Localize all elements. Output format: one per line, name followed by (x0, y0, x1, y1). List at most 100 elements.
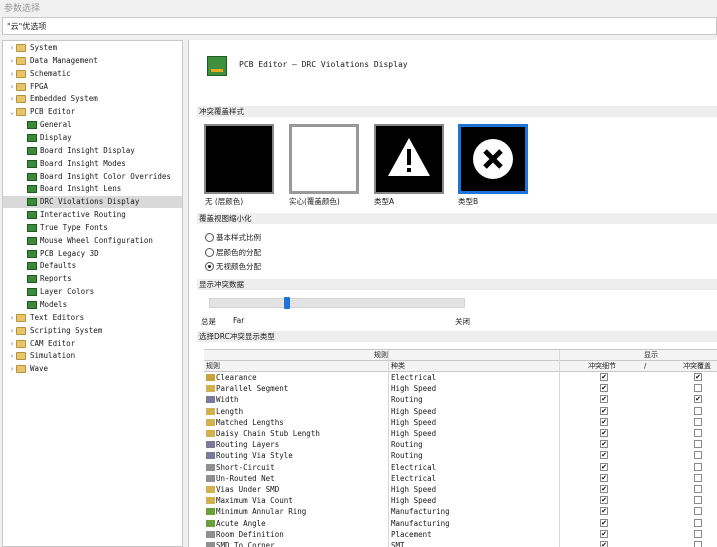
detail-checkbox[interactable]: ✔ (600, 496, 608, 505)
radio-layer-color[interactable]: 层颜色的分配 (205, 247, 261, 258)
table-row[interactable]: Minimum Annular Ring Manufacturing ✔ (204, 506, 717, 517)
detail-checkbox[interactable]: ✔ (600, 384, 608, 393)
chevron-right-icon[interactable]: › (8, 55, 16, 67)
table-row[interactable]: Routing Via Style Routing ✔ (204, 450, 717, 461)
table-row[interactable]: Un-Routed Net Electrical ✔ (204, 473, 717, 484)
overlay-checkbox[interactable]: ✔ (694, 395, 702, 404)
table-row[interactable]: Short-Circuit Electrical ✔ (204, 462, 717, 473)
tree-item[interactable]: Board Insight Lens (3, 183, 182, 195)
table-row[interactable]: SMD To Corner SMT ✔ (204, 540, 717, 547)
detail-checkbox[interactable]: ✔ (600, 417, 608, 426)
tree-item[interactable]: › Simulation (3, 350, 182, 362)
overlay-checkbox[interactable] (694, 440, 702, 449)
col-detail-header[interactable]: 冲突细节 (588, 361, 616, 372)
swatch-none[interactable] (204, 124, 274, 194)
overlay-checkbox[interactable] (694, 384, 702, 393)
tree-item[interactable]: Reports (3, 273, 182, 285)
table-row[interactable]: Vias Under SMD High Speed ✔ (204, 484, 717, 495)
radio-button[interactable] (205, 233, 214, 242)
detail-checkbox[interactable]: ✔ (600, 529, 608, 538)
tree-item[interactable]: Mouse Wheel Configuration (3, 235, 182, 247)
chevron-right-icon[interactable]: › (8, 338, 16, 350)
detail-checkbox[interactable]: ✔ (600, 473, 608, 482)
table-row[interactable]: Clearance Electrical ✔ ✔ (204, 372, 717, 383)
tree-item[interactable]: Models (3, 299, 182, 311)
tree-item[interactable]: › CAM Editor (3, 338, 182, 350)
table-row[interactable]: Parallel Segment High Speed ✔ (204, 383, 717, 394)
detail-checkbox[interactable]: ✔ (600, 518, 608, 527)
chevron-down-icon[interactable]: ⌄ (8, 106, 16, 118)
detail-checkbox[interactable]: ✔ (600, 373, 608, 381)
overlay-checkbox[interactable] (694, 429, 702, 437)
chevron-right-icon[interactable]: › (8, 42, 16, 54)
overlay-checkbox[interactable] (694, 541, 702, 547)
detail-checkbox[interactable]: ✔ (600, 507, 608, 516)
table-row[interactable]: Matched Lengths High Speed ✔ (204, 417, 717, 428)
detail-checkbox[interactable]: ✔ (600, 429, 608, 437)
radio-button[interactable] (205, 248, 214, 257)
radio-basic-scale[interactable]: 基本样式比例 (205, 232, 261, 243)
chevron-right-icon[interactable]: › (8, 81, 16, 93)
table-row[interactable]: Daisy Chain Stub Length High Speed ✔ (204, 428, 717, 439)
detail-checkbox[interactable]: ✔ (600, 462, 608, 471)
radio-button[interactable] (205, 262, 214, 271)
overlay-checkbox[interactable] (694, 451, 702, 460)
tree-item[interactable]: › Scripting System (3, 325, 182, 337)
table-row[interactable]: Length High Speed ✔ (204, 406, 717, 417)
tree-item[interactable]: Board Insight Color Overrides (3, 171, 182, 183)
table-row[interactable]: Maximum Via Count High Speed ✔ (204, 495, 717, 506)
detail-checkbox[interactable]: ✔ (600, 485, 608, 493)
table-row[interactable]: Room Definition Placement ✔ (204, 529, 717, 540)
detail-checkbox[interactable]: ✔ (600, 406, 608, 415)
swatch-type-a[interactable] (374, 124, 444, 194)
radio-ignore-color[interactable]: 无视颜色分配 (205, 261, 261, 272)
tree-item[interactable]: › System (3, 42, 182, 54)
tree-item[interactable]: › FPGA (3, 81, 182, 93)
slider-thumb[interactable] (284, 297, 290, 309)
tree-item[interactable]: Interactive Routing (3, 209, 182, 221)
chevron-right-icon[interactable]: › (8, 325, 16, 337)
tree-item[interactable]: Display (3, 132, 182, 144)
chevron-right-icon[interactable]: › (8, 363, 16, 375)
tree-item[interactable]: General (3, 119, 182, 131)
overlay-checkbox[interactable] (694, 473, 702, 482)
tree-item[interactable]: Defaults (3, 260, 182, 272)
table-row[interactable]: Width Routing ✔ ✔ (204, 394, 717, 405)
detail-checkbox[interactable]: ✔ (600, 395, 608, 404)
chevron-right-icon[interactable]: › (8, 350, 16, 362)
detail-checkbox[interactable]: ✔ (600, 440, 608, 449)
chevron-right-icon[interactable]: › (8, 312, 16, 324)
col-overlay-header[interactable]: 冲突覆盖 (683, 361, 711, 372)
overlay-checkbox[interactable] (694, 529, 702, 538)
swatch-solid[interactable] (289, 124, 359, 194)
detail-checkbox[interactable]: ✔ (600, 541, 608, 547)
overlay-checkbox[interactable] (694, 406, 702, 415)
tree-item[interactable]: › Wave (3, 363, 182, 375)
col-kind-header[interactable]: 种类 (391, 361, 405, 372)
overlay-checkbox[interactable] (694, 462, 702, 471)
tree-item[interactable]: Layer Colors (3, 286, 182, 298)
table-row[interactable]: Routing Layers Routing ✔ (204, 439, 717, 450)
tree-item[interactable]: › Data Management (3, 55, 182, 67)
tree-item[interactable]: PCB Legacy 3D (3, 248, 182, 260)
tree-item[interactable]: True Type Fonts (3, 222, 182, 234)
overlay-checkbox[interactable] (694, 496, 702, 505)
chevron-right-icon[interactable]: › (8, 68, 16, 80)
overlay-checkbox[interactable]: ✔ (694, 373, 702, 381)
table-row[interactable]: Acute Angle Manufacturing ✔ (204, 518, 717, 529)
search-input[interactable] (3, 18, 716, 34)
search-bar[interactable] (2, 17, 717, 35)
chevron-right-icon[interactable]: › (8, 93, 16, 105)
tree-item[interactable]: Board Insight Modes (3, 158, 182, 170)
slider-track[interactable] (209, 298, 465, 308)
overlay-checkbox[interactable] (694, 485, 702, 493)
overlay-checkbox[interactable] (694, 518, 702, 527)
tree-item[interactable]: › Schematic (3, 68, 182, 80)
tree-item[interactable]: › Embedded System (3, 93, 182, 105)
tree-item[interactable]: DRC Violations Display (3, 196, 182, 209)
tree-item[interactable]: › Text Editors (3, 312, 182, 324)
col-rule-header[interactable]: 规则 (206, 361, 220, 372)
swatch-type-b[interactable] (458, 124, 528, 194)
overlay-checkbox[interactable] (694, 417, 702, 426)
detail-checkbox[interactable]: ✔ (600, 451, 608, 460)
